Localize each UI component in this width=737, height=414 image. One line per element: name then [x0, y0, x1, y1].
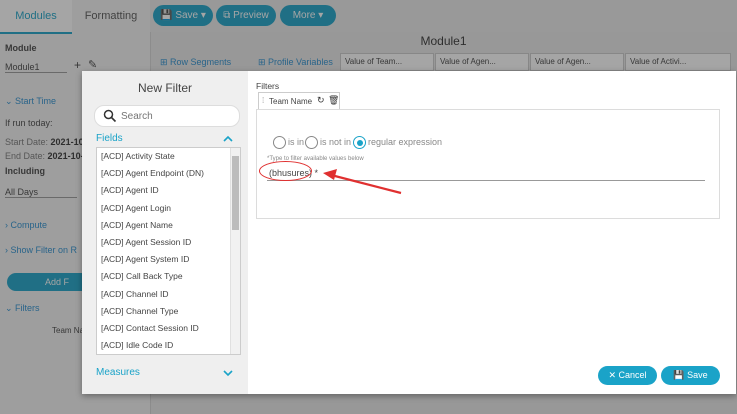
list-item[interactable]: [ACD] Channel Type: [97, 303, 240, 320]
fields-list[interactable]: [ACD] Activity State [ACD] Agent Endpoin…: [96, 147, 241, 355]
chevron-up-icon[interactable]: [222, 134, 234, 144]
list-item[interactable]: [ACD] Agent ID: [97, 182, 240, 199]
new-filter-dialog: New Filter Fields [ACD] Activity State […: [82, 71, 736, 394]
list-item[interactable]: [ACD] Agent Session ID: [97, 234, 240, 251]
search-box: [94, 105, 240, 127]
refresh-icon[interactable]: ↻: [317, 95, 325, 106]
search-icon: [103, 109, 117, 123]
measures-label: Measures: [96, 367, 140, 378]
drag-handle-icon[interactable]: ⁞: [262, 96, 264, 105]
radio-selected-dot: [356, 139, 363, 146]
radio-regular-expression[interactable]: [353, 136, 366, 149]
list-item[interactable]: [ACD] Call Back Type: [97, 268, 240, 285]
measures-section-header[interactable]: Measures: [96, 367, 140, 378]
radio-regex-label: regular expression: [368, 137, 443, 147]
dialog-title: New Filter: [137, 81, 192, 95]
list-item[interactable]: [ACD] Contact Session ID: [97, 320, 240, 337]
list-item[interactable]: [ACD] Activity State: [97, 148, 240, 165]
scrollbar-thumb[interactable]: [232, 156, 239, 230]
list-item[interactable]: [ACD] Agent Name: [97, 217, 240, 234]
cancel-label: Cancel: [618, 370, 647, 380]
chevron-down-icon[interactable]: [222, 368, 234, 378]
list-item[interactable]: [ACD] Agent System ID: [97, 251, 240, 268]
radio-is-in-label: is in: [288, 137, 305, 147]
radio-is-not-in-label: is not in: [320, 137, 352, 147]
search-input[interactable]: [121, 108, 233, 124]
list-item[interactable]: [ACD] Idle Code ID: [97, 337, 240, 354]
filter-tab-label: Team Name: [269, 97, 313, 106]
fields-section-header[interactable]: Fields: [96, 133, 123, 144]
field-sidebar: New Filter Fields [ACD] Activity State […: [82, 71, 248, 394]
radio-is-not-in[interactable]: [305, 136, 318, 149]
list-item[interactable]: [ACD] Channel ID: [97, 286, 240, 303]
trash-icon[interactable]: 🗑: [328, 95, 339, 106]
fields-label: Fields: [96, 133, 123, 144]
list-item[interactable]: [ACD] Agent Endpoint (DN): [97, 165, 240, 182]
annotation-circle: [259, 161, 312, 181]
cancel-button[interactable]: ✕ Cancel: [598, 366, 657, 385]
filter-tab-team-name[interactable]: ⁞ Team Name ↻ 🗑: [258, 92, 340, 110]
radio-is-in[interactable]: [273, 136, 286, 149]
annotation-arrow-icon: [323, 169, 402, 195]
list-item[interactable]: [ACD] Agent Login: [97, 200, 240, 217]
fields-scrollbar[interactable]: [230, 148, 240, 354]
dialog-save-button[interactable]: 💾 Save: [661, 366, 720, 385]
filters-label: Filters: [256, 81, 280, 91]
dialog-save-label: Save: [687, 370, 708, 380]
